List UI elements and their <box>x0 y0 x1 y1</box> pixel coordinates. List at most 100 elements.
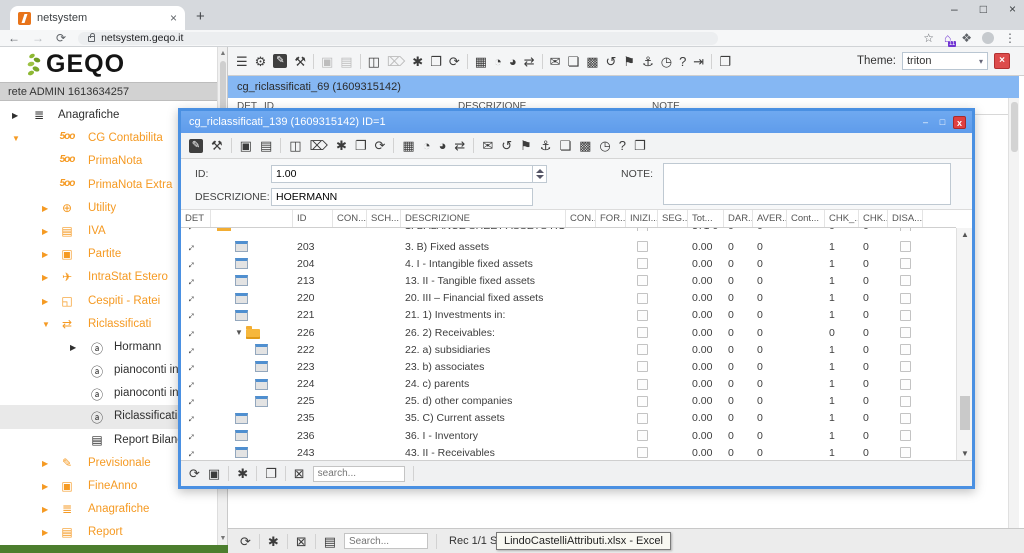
spinner-down-icon[interactable] <box>536 175 544 179</box>
id-field[interactable] <box>271 165 533 183</box>
forward-icon[interactable]: → <box>32 31 44 45</box>
sidebar-item-report[interactable]: ▶▤Report <box>0 521 218 544</box>
clock-icon[interactable]: ◷ <box>599 139 610 152</box>
chevron-right-icon[interactable]: ▶ <box>42 273 48 282</box>
grid-col-header-tot[interactable]: Tot... <box>688 210 724 227</box>
refresh-icon[interactable]: ⟳ <box>240 535 251 548</box>
notes-icon[interactable]: ▩ <box>579 139 591 152</box>
grid-col-header-aver[interactable]: AVER... <box>753 210 787 227</box>
grid-col-header-id[interactable]: ID <box>293 210 333 227</box>
back-icon[interactable]: ← <box>8 31 20 45</box>
scroll-down-icon[interactable]: ▼ <box>957 449 973 458</box>
window-close-icon[interactable]: × <box>1009 2 1016 16</box>
chevron-right-icon[interactable]: ▶ <box>42 482 48 491</box>
grid-row[interactable]: ↔22323. b) associates0.000010 <box>181 358 956 375</box>
detail-expand-icon[interactable]: ↔ <box>182 238 198 254</box>
inizi-checkbox[interactable] <box>637 275 648 286</box>
grid-scrollbar[interactable]: ▲ ▼ <box>956 228 972 460</box>
new-tab-button[interactable]: + <box>196 8 205 25</box>
save-icon[interactable]: ▣ <box>240 139 252 152</box>
grid-row[interactable]: ↔▼22626. 2) Receivables:0.000000 <box>181 324 956 341</box>
descrizione-field[interactable] <box>271 188 533 206</box>
grid-row[interactable]: ↔1. BALANCE SHEET ASSETS HORMANN371 0000… <box>181 228 956 238</box>
grid-col-header-inizi[interactable]: INIZI... <box>626 210 658 227</box>
pie-chart-icon[interactable]: ◕ <box>509 55 517 68</box>
pie-chart-icon[interactable]: ◕ <box>439 139 447 152</box>
anchor-icon[interactable]: ⚓ <box>642 55 654 68</box>
columns-icon[interactable]: ◫ <box>368 55 380 68</box>
new-icon[interactable]: ✱ <box>268 535 279 548</box>
chevron-right-icon[interactable]: ▶ <box>42 227 48 236</box>
grid-col-header-chk1[interactable]: CHK_... <box>825 210 859 227</box>
inizi-checkbox[interactable] <box>637 310 648 321</box>
inizi-checkbox[interactable] <box>637 228 648 231</box>
spinner-up-icon[interactable] <box>536 169 544 173</box>
browser-tab[interactable]: netsystem × <box>10 6 185 30</box>
disa-checkbox[interactable] <box>900 430 911 441</box>
settings-gears-icon[interactable]: ⚙ <box>255 55 267 68</box>
grid-col-header-con2[interactable]: CON... <box>566 210 596 227</box>
disa-checkbox[interactable] <box>900 379 911 390</box>
export-xls-icon[interactable]: ⊠ <box>294 467 305 480</box>
copy-icon[interactable]: ❐ <box>265 467 277 480</box>
menu-icon[interactable]: ☰ <box>236 55 248 68</box>
disa-checkbox[interactable] <box>900 447 911 458</box>
chevron-down-icon[interactable]: ▼ <box>42 320 50 329</box>
detail-expand-icon[interactable]: ↔ <box>182 256 198 272</box>
folder-open-icon[interactable]: ❏ <box>568 55 580 68</box>
chevron-down-icon[interactable]: ▼ <box>12 134 20 143</box>
gauge-icon[interactable]: ◔ <box>423 139 431 152</box>
disa-checkbox[interactable] <box>900 258 911 269</box>
grid-row[interactable]: ↔22020. III – Financial fixed assets0.00… <box>181 290 956 307</box>
detail-expand-icon[interactable]: ↔ <box>182 307 198 323</box>
detail-expand-icon[interactable]: ↔ <box>182 290 198 306</box>
scroll-up-icon[interactable]: ▲ <box>957 230 973 239</box>
disa-checkbox[interactable] <box>900 293 911 304</box>
table-icon[interactable]: ▦ <box>475 55 487 68</box>
grid-row[interactable]: ↔22424. c) parents0.000010 <box>181 376 956 393</box>
wrench-icon[interactable]: ⚒ <box>294 55 306 68</box>
disa-checkbox[interactable] <box>900 413 911 424</box>
mail-icon[interactable]: ✉ <box>482 139 493 152</box>
swap-icon[interactable]: ⇄ <box>454 139 465 152</box>
copy-alt-icon[interactable]: ❐ <box>634 139 646 152</box>
columns-icon[interactable]: ◫ <box>289 139 301 152</box>
inizi-checkbox[interactable] <box>637 430 648 441</box>
status-search-input[interactable] <box>344 533 428 549</box>
grid-col-header-tree[interactable] <box>211 210 293 227</box>
note-field[interactable] <box>663 163 951 205</box>
export-pdf-icon[interactable]: ▤ <box>324 535 336 548</box>
table-icon[interactable]: ▦ <box>402 139 414 152</box>
refresh-icon[interactable]: ⟳ <box>375 139 386 152</box>
exit-icon[interactable]: ⇥ <box>693 55 704 68</box>
new-icon[interactable]: ✱ <box>237 467 248 480</box>
grid-col-header-for[interactable]: FOR... <box>596 210 626 227</box>
disa-checkbox[interactable] <box>900 241 911 252</box>
theme-close-button[interactable]: × <box>994 53 1010 69</box>
new-icon[interactable]: ✱ <box>412 55 423 68</box>
new-icon[interactable]: ✱ <box>336 139 347 152</box>
help-icon[interactable]: ? <box>679 55 686 68</box>
grid-row[interactable]: ↔23535. C) Current assets0.000010 <box>181 410 956 427</box>
disa-checkbox[interactable] <box>900 344 911 355</box>
detail-expand-icon[interactable]: ↔ <box>182 376 198 392</box>
inizi-checkbox[interactable] <box>637 293 648 304</box>
disa-checkbox[interactable] <box>900 361 911 372</box>
grid-col-header-con1[interactable]: CON... <box>333 210 367 227</box>
grid-row[interactable]: ↔22121. 1) Investments in:0.000010 <box>181 307 956 324</box>
extensions-puzzle-icon[interactable]: ❖ <box>961 31 972 45</box>
chevron-right-icon[interactable]: ▶ <box>12 111 18 120</box>
swap-icon[interactable]: ⇄ <box>524 55 535 68</box>
sidebar-item-anagrafiche[interactable]: ▶≣Anagrafiche <box>0 498 218 521</box>
inizi-checkbox[interactable] <box>637 396 648 407</box>
grid-col-header-disa[interactable]: DISA... <box>888 210 923 227</box>
chevron-right-icon[interactable]: ▶ <box>42 459 48 468</box>
inizi-checkbox[interactable] <box>637 413 648 424</box>
detail-expand-icon[interactable]: ↔ <box>182 324 198 340</box>
inizi-checkbox[interactable] <box>637 379 648 390</box>
detail-expand-icon[interactable]: ↔ <box>182 228 198 231</box>
copy-icon[interactable]: ❐ <box>355 139 367 152</box>
folder-open-icon[interactable]: ❏ <box>559 139 571 152</box>
dialog-minimize-icon[interactable]: – <box>919 116 932 129</box>
help-icon[interactable]: ? <box>619 139 626 152</box>
